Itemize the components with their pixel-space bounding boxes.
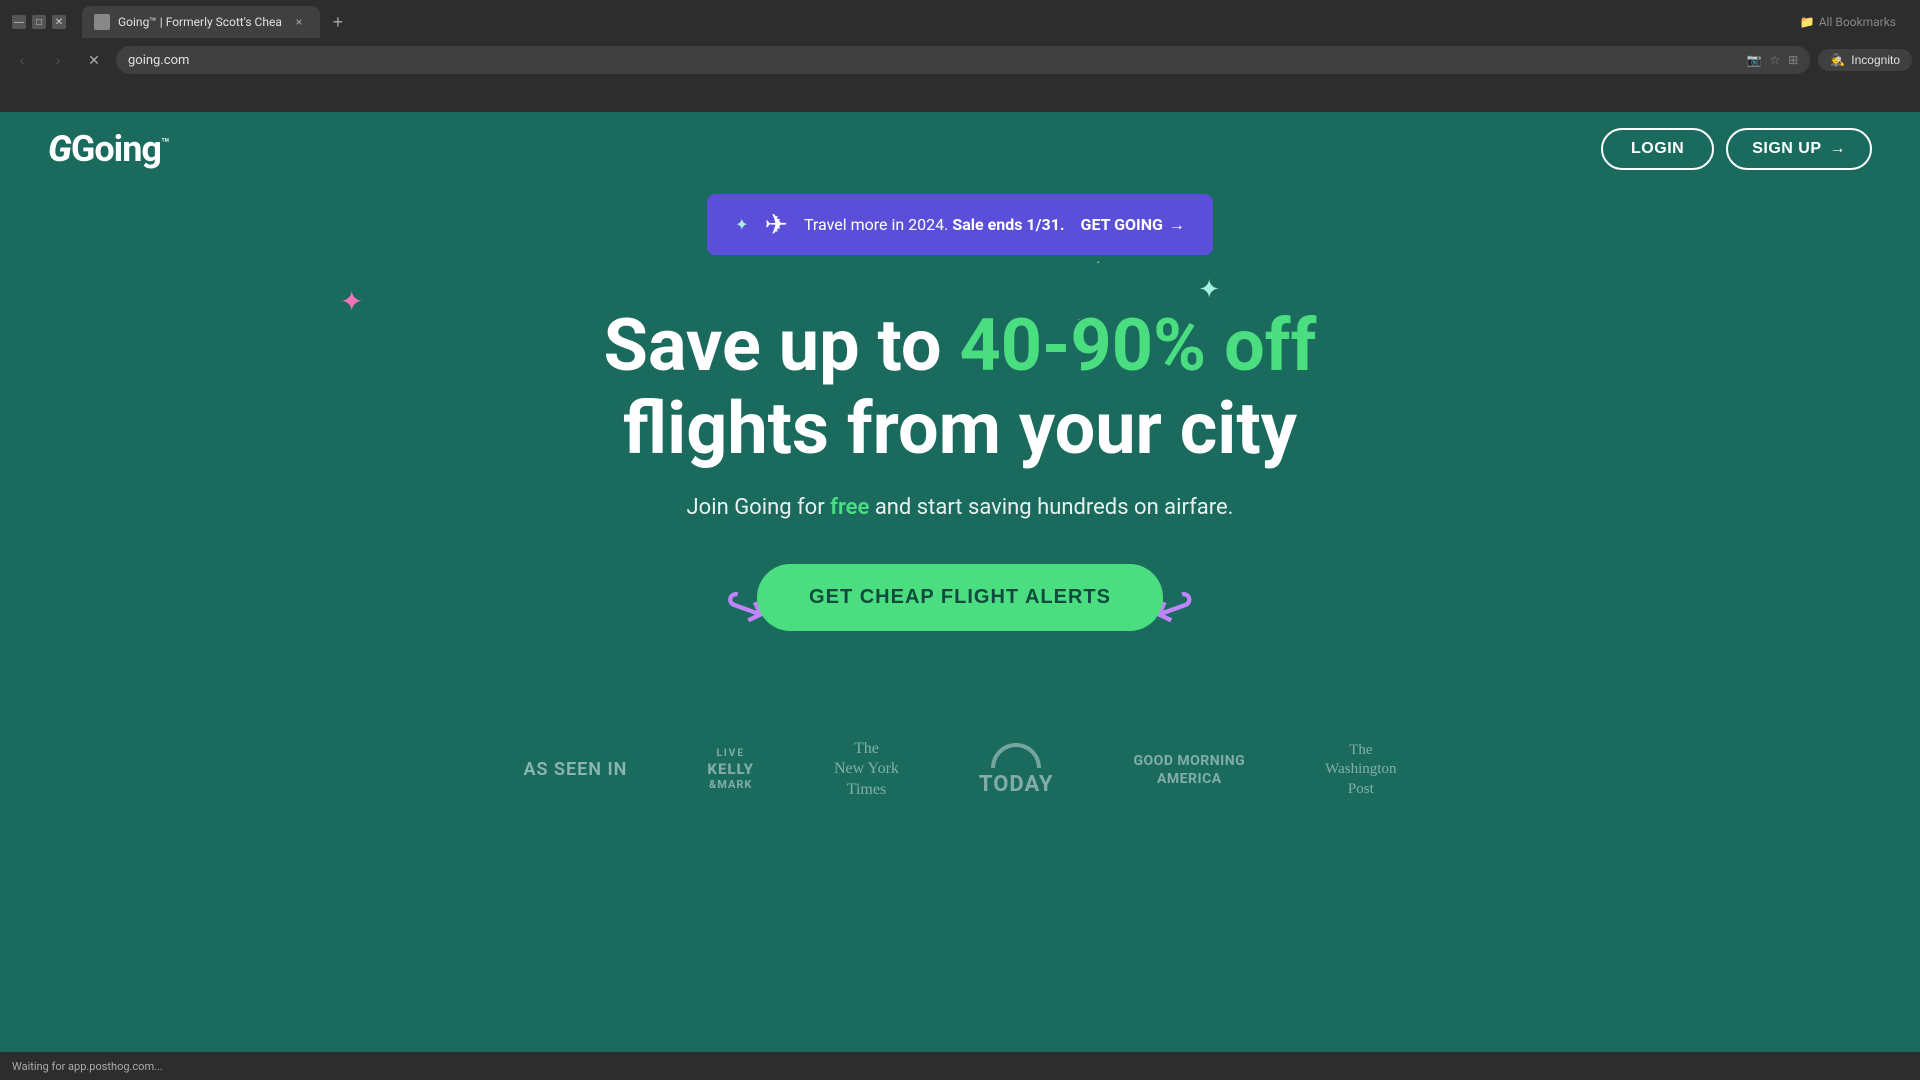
tab-favicon [94,14,110,30]
address-bar[interactable]: going.com 📷 ☆ ⊞ [116,46,1810,74]
today-text: TODAY [979,772,1054,797]
nav-buttons: LOGIN SIGN UP → [1601,128,1872,170]
incognito-button[interactable]: 🕵 Incognito [1818,49,1912,71]
hero-subtitle: Join Going for free and start saving hun… [20,495,1900,520]
logo-text: GGoing™ [48,128,169,170]
as-seen-in-section: AS SEEN IN LIVE KELLY &MARK TheNew YorkT… [0,691,1920,849]
promo-sparkle-left: ✦ [735,215,748,234]
tab-bar: Going™ | Formerly Scott's Chea × + [74,4,1784,40]
logo-tm: ™ [161,136,169,152]
bookmark-icon: ☆ [1770,53,1781,67]
tab-title: Going™ | Formerly Scott's Chea [118,15,282,29]
promo-banner-wrap: ✦ ✈ Travel more in 2024. Sale ends 1/31.… [0,194,1920,255]
title-bar: — □ ✕ Going™ | Formerly Scott's Chea × +… [0,0,1920,44]
hero-title-part1: Save up to [604,303,960,388]
media-nyt: TheNew YorkTimes [834,739,899,801]
minimize-button[interactable]: — [12,15,26,29]
media-kelly-mark: LIVE KELLY &MARK [707,748,754,791]
hero-title: Save up to 40-90% off flights from your … [20,305,1900,471]
signup-label: SIGN UP [1752,140,1821,158]
promo-text: Travel more in 2024. Sale ends 1/31. [804,215,1065,234]
hero-subtitle-part1: Join Going for [687,495,831,520]
new-tab-button[interactable]: + [324,8,352,36]
media-gma: GOOD MORNINGAMERICA [1133,752,1245,788]
address-bar-row: ‹ › ✕ going.com 📷 ☆ ⊞ 🕵 Incognito [0,44,1920,76]
promo-cta-label: GET GOING [1081,215,1163,234]
hero-title-highlight: 40-90% off [959,303,1316,388]
signup-arrow-icon: → [1830,140,1847,158]
site-nav: GGoing™ LOGIN SIGN UP → [0,112,1920,186]
bookmarks-area: 📁 All Bookmarks [1800,15,1896,29]
kelly-mark-names: KELLY [707,760,754,778]
forward-button[interactable]: › [44,46,72,74]
incognito-label: Incognito [1851,53,1900,67]
folder-icon: 📁 [1800,15,1815,29]
url-text: going.com [128,53,1739,68]
window-controls: — □ ✕ [12,15,66,29]
logo[interactable]: GGoing™ [48,128,169,170]
promo-plane-icon: ✈ [764,208,787,241]
status-bar: Waiting for app.posthog.com... [0,1052,1920,1080]
sidebar-icon: ⊞ [1788,53,1798,67]
sparkle-purple-dot: · [1217,285,1220,296]
as-seen-in-label: AS SEEN IN [524,759,628,780]
wapo-text: TheWashingtonPost [1325,741,1396,800]
maximize-button[interactable]: □ [32,15,46,29]
reload-button[interactable]: ✕ [80,46,108,74]
media-wapo: TheWashingtonPost [1325,741,1396,800]
close-window-button[interactable]: ✕ [52,15,66,29]
rainbow-arc [991,743,1041,768]
status-text: Waiting for app.posthog.com... [12,1060,163,1073]
hero-section: ✦ · · · ✦ Save up to 40-90% off flights … [0,255,1920,671]
hero-title-part2: flights from your city [623,386,1297,471]
promo-banner[interactable]: ✦ ✈ Travel more in 2024. Sale ends 1/31.… [707,194,1213,255]
login-button[interactable]: LOGIN [1601,128,1714,170]
bookmarks-label: All Bookmarks [1819,15,1896,29]
active-tab[interactable]: Going™ | Formerly Scott's Chea × [82,6,320,38]
close-tab-button[interactable]: × [290,13,308,31]
promo-bold-text: Sale ends 1/31. [952,215,1064,234]
hero-subtitle-part2: and start saving hundreds on airfare. [869,495,1233,520]
camera-off-icon: 📷 [1747,53,1762,67]
promo-cta-link[interactable]: GET GOING → [1081,215,1185,235]
sparkle-teal-dot: · [1096,255,1100,271]
signup-button[interactable]: SIGN UP → [1726,128,1872,170]
sparkle-teal-large: ✦ [1198,275,1220,305]
promo-cta-arrow-icon: → [1169,215,1185,235]
incognito-icon: 🕵 [1830,53,1845,67]
cta-area: ↩ GET CHEAP FLIGHT ALERTS ↪ [20,564,1900,631]
get-cheap-flights-button[interactable]: GET CHEAP FLIGHT ALERTS [757,564,1163,631]
hero-free-text: free [830,495,869,520]
back-button[interactable]: ‹ [8,46,36,74]
kelly-mark-and: &MARK [707,778,754,791]
promo-normal-text: Travel more in 2024. [804,215,948,234]
gma-text: GOOD MORNINGAMERICA [1133,752,1245,788]
today-rainbow: TODAY [979,743,1054,797]
kelly-mark-live: LIVE [707,748,754,760]
media-today: TODAY [979,743,1054,797]
browser-chrome: — □ ✕ Going™ | Formerly Scott's Chea × +… [0,0,1920,112]
website: GGoing™ LOGIN SIGN UP → ✦ ✈ Travel more … [0,112,1920,1080]
